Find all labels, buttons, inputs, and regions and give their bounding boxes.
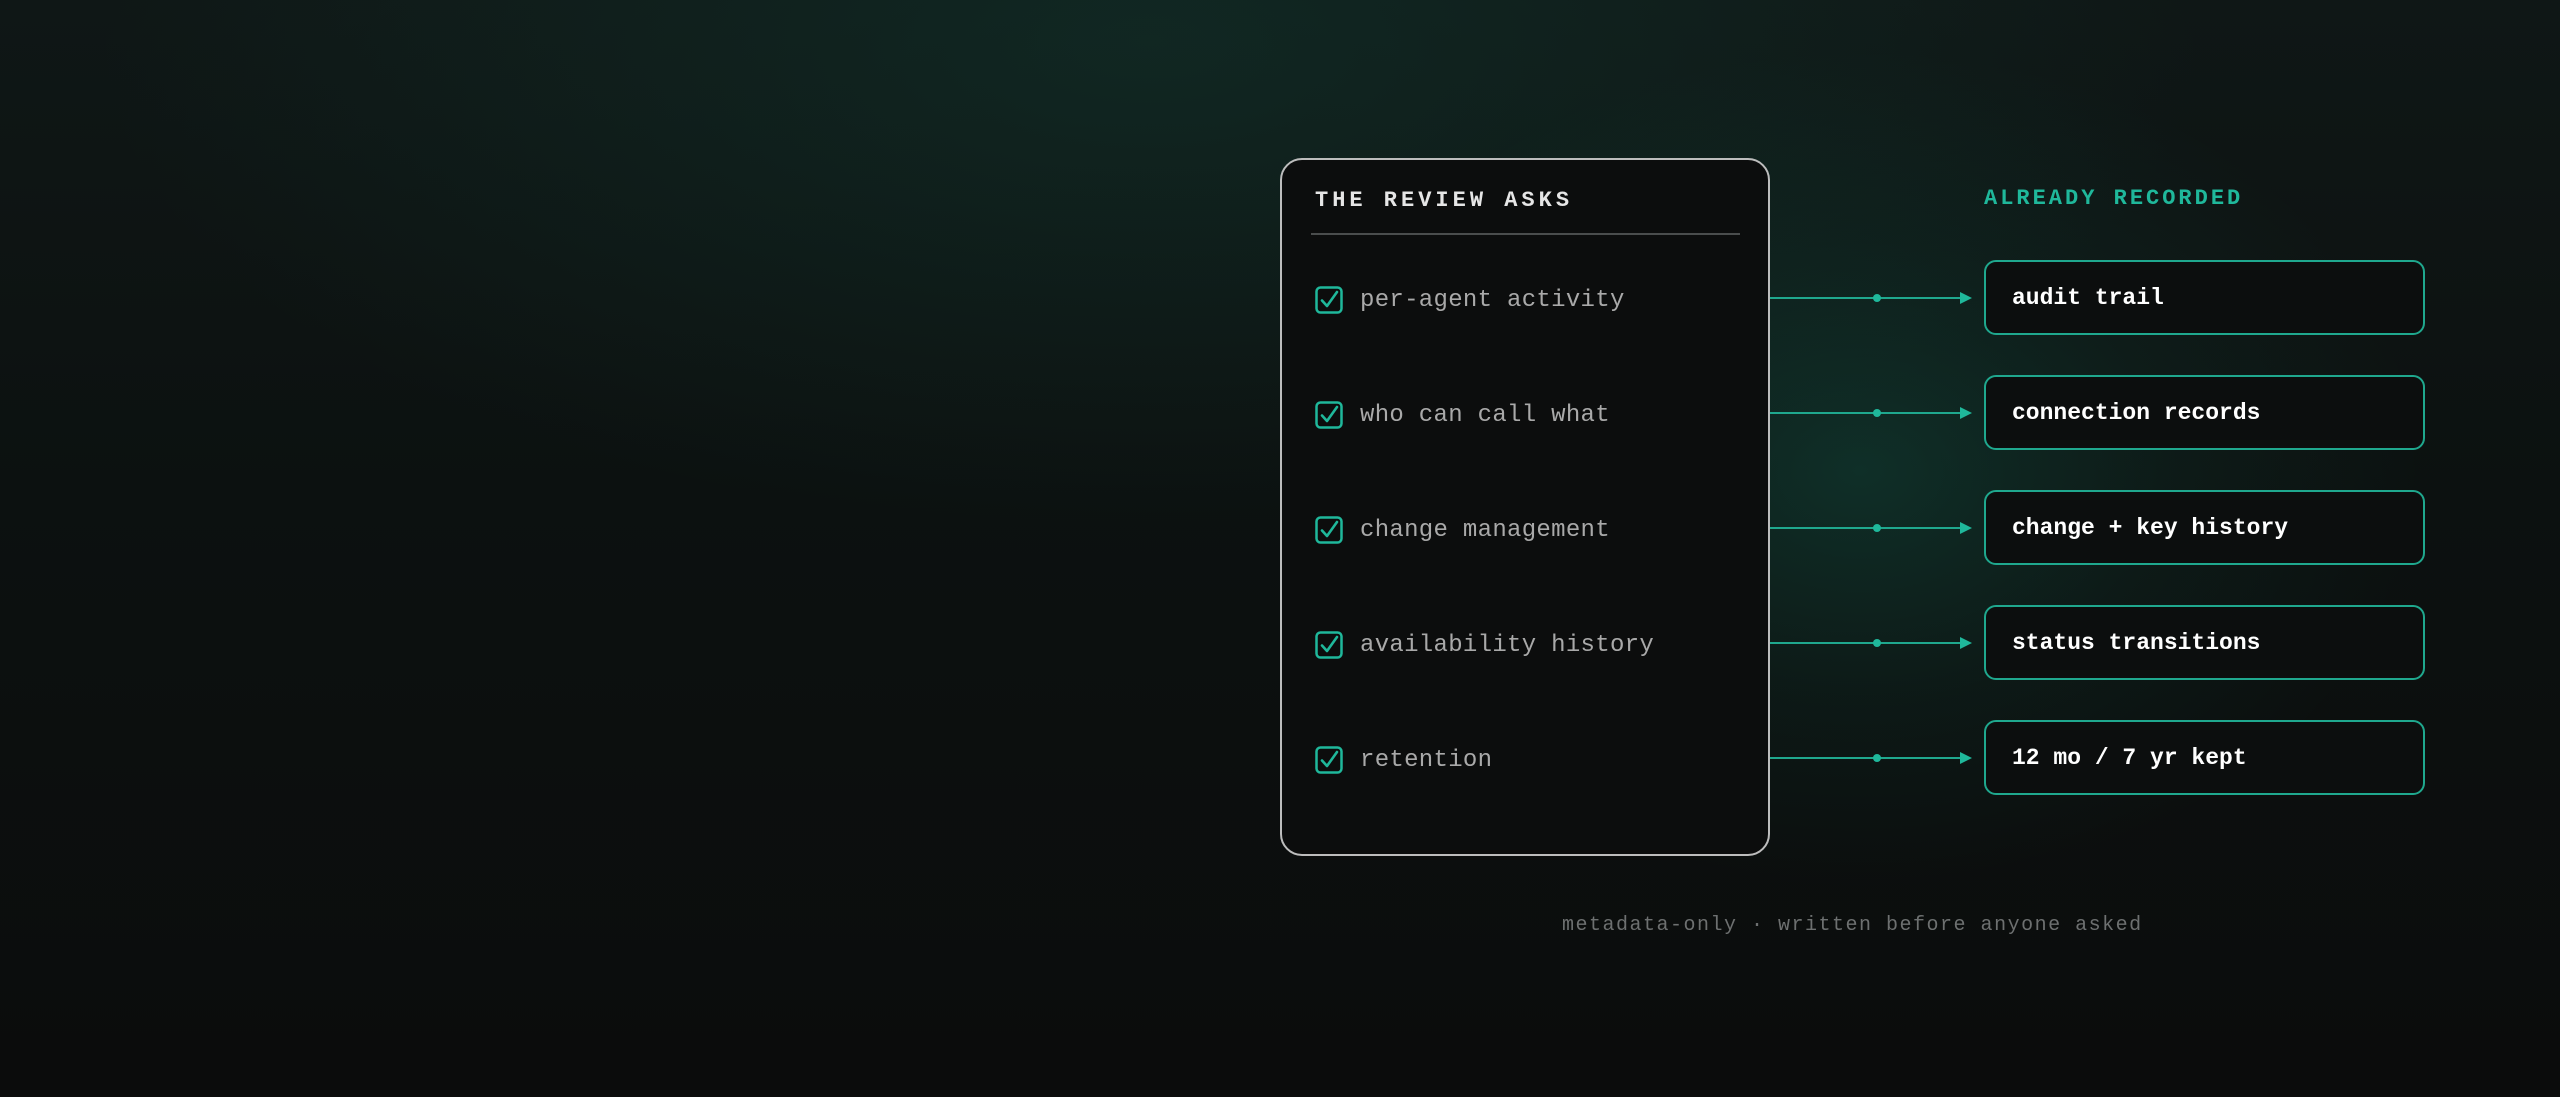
recorded-item-connection-records: connection records xyxy=(1984,375,2425,450)
already-recorded-title: ALREADY RECORDED xyxy=(1984,186,2244,211)
review-item-availability-history: availability history xyxy=(1315,625,1654,665)
recorded-item-audit-trail: audit trail xyxy=(1984,260,2425,335)
review-asks-title: THE REVIEW ASKS xyxy=(1315,188,1574,213)
recorded-item-change-key-history: change + key history xyxy=(1984,490,2425,565)
checkbox-checked-icon xyxy=(1315,286,1343,314)
review-item-label: per-agent activity xyxy=(1360,286,1625,314)
review-item-retention: retention xyxy=(1315,740,1492,780)
divider xyxy=(1311,233,1740,235)
review-item-who-can-call-what: who can call what xyxy=(1315,395,1610,435)
review-item-per-agent-activity: per-agent activity xyxy=(1315,280,1625,320)
review-item-label: change management xyxy=(1360,516,1610,544)
recorded-item-status-transitions: status transitions xyxy=(1984,605,2425,680)
checkbox-checked-icon xyxy=(1315,401,1343,429)
review-item-label: availability history xyxy=(1360,631,1655,659)
review-item-label: retention xyxy=(1360,746,1493,774)
recorded-item-label: connection records xyxy=(2012,399,2261,426)
review-asks-panel: THE REVIEW ASKS per-agent activity who c… xyxy=(1280,158,1770,856)
checkbox-checked-icon xyxy=(1315,516,1343,544)
checkbox-checked-icon xyxy=(1315,631,1343,659)
recorded-item-retention-period: 12 mo / 7 yr kept xyxy=(1984,720,2425,795)
footer-caption: metadata-only · written before anyone as… xyxy=(1562,914,2143,937)
review-item-label: who can call what xyxy=(1360,401,1610,429)
recorded-item-label: audit trail xyxy=(2012,284,2164,311)
recorded-item-label: 12 mo / 7 yr kept xyxy=(2012,744,2247,771)
checkbox-checked-icon xyxy=(1315,746,1343,774)
recorded-item-label: status transitions xyxy=(2012,629,2261,656)
recorded-item-label: change + key history xyxy=(2012,514,2289,541)
review-item-change-management: change management xyxy=(1315,510,1610,550)
